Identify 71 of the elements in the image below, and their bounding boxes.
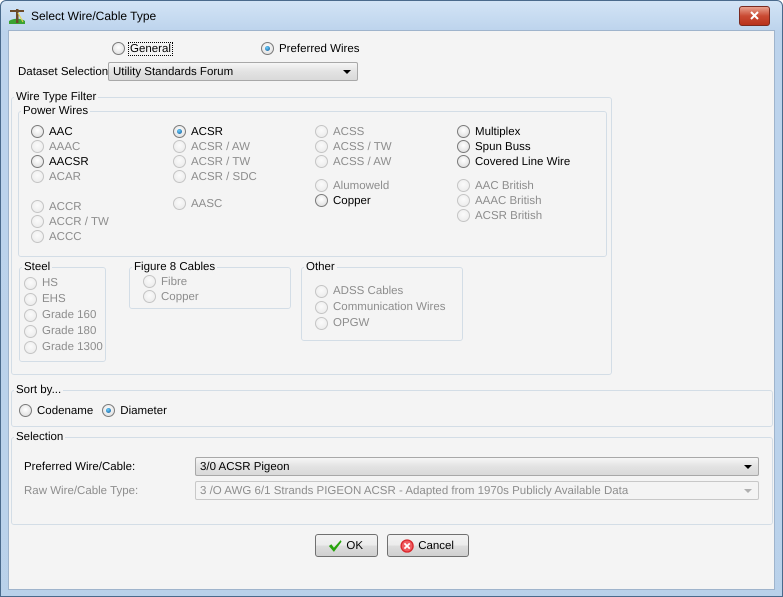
- window-title: Select Wire/Cable Type: [31, 8, 158, 22]
- radio-label: Grade 180: [41, 325, 98, 337]
- radio-label: ACSR: [190, 126, 224, 138]
- caret-icon: [343, 70, 351, 74]
- radio-button[interactable]: [261, 42, 274, 55]
- radio-button[interactable]: [19, 404, 32, 417]
- group-title: Steel: [23, 260, 52, 274]
- close-icon: [750, 11, 759, 20]
- radio-label: ACSS: [332, 126, 366, 138]
- group-title: Figure 8 Cables: [133, 260, 216, 274]
- radio-label: EHS: [41, 293, 67, 305]
- radio-label: ACCR: [48, 200, 83, 212]
- radio-label: ACSS / TW: [332, 140, 393, 152]
- radio-label: AASC: [190, 198, 224, 210]
- radio-label: AAC British: [474, 180, 535, 192]
- radio-button[interactable]: [112, 42, 125, 55]
- radio-label: ACCC: [48, 230, 83, 242]
- radio-label: OPGW: [332, 317, 370, 329]
- radio-label: ACSR / SDC: [190, 170, 258, 182]
- caret-icon: [744, 464, 752, 468]
- radio-label: Copper: [160, 290, 200, 302]
- radio-button[interactable]: [102, 404, 116, 417]
- cancel-icon: [400, 538, 414, 554]
- field-label: Dataset Selection: [18, 66, 108, 78]
- radio-label: Diameter: [119, 404, 168, 416]
- radio-label: Copper: [332, 194, 372, 206]
- radio-label: ACSR British: [474, 210, 544, 222]
- radio-label: Communication Wires: [332, 301, 446, 313]
- radio-label: ACAR: [48, 170, 82, 182]
- radio-button[interactable]: [31, 125, 44, 138]
- radio-label: AACSR: [48, 156, 90, 168]
- radio-button[interactable]: [173, 125, 186, 138]
- radio-button[interactable]: [31, 155, 44, 168]
- radio-label: Codename: [36, 404, 94, 416]
- checkmark-icon: [328, 538, 342, 552]
- radio-label: ACSR / TW: [190, 156, 252, 168]
- radio-button[interactable]: [457, 155, 470, 168]
- group-title: Power Wires: [22, 104, 90, 118]
- radio-label: ACSR / AW: [190, 140, 251, 152]
- radio-label: AAAC: [48, 140, 82, 152]
- radio-button[interactable]: [457, 140, 470, 153]
- radio-label: ADSS Cables: [332, 285, 404, 297]
- close-button[interactable]: [739, 6, 770, 26]
- group-title: Sort by...: [15, 383, 62, 397]
- cancel-button[interactable]: Cancel: [387, 534, 469, 557]
- caret-icon: [744, 488, 752, 492]
- radio-label: Covered Line Wire: [474, 156, 572, 168]
- radio-label: ACCR / TW: [48, 216, 110, 228]
- radio-label: Alumoweld: [332, 180, 390, 192]
- radio-label: Fibre: [160, 276, 188, 288]
- radio-label: Spun Buss: [474, 140, 532, 152]
- dropdown[interactable]: 3/0 ACSR Pigeon: [195, 457, 759, 476]
- dropdown[interactable]: Utility Standards Forum: [108, 62, 358, 81]
- field-label: Preferred Wire/Cable:: [24, 460, 136, 472]
- radio-label: Multiplex: [474, 126, 522, 138]
- group-title: Other: [305, 260, 336, 274]
- radio-button[interactable]: [457, 125, 470, 138]
- radio-label: Preferred Wires: [278, 42, 361, 54]
- field-label: Raw Wire/Cable Type:: [24, 484, 140, 496]
- radio-label: ACSS / AW: [332, 156, 392, 168]
- radio-label: HS: [41, 277, 59, 289]
- radio-label: General: [129, 42, 172, 54]
- utility-pole-icon: [8, 6, 26, 24]
- group-title: Selection: [15, 430, 64, 444]
- radio-label: AAAC British: [474, 194, 542, 206]
- radio-button[interactable]: [315, 194, 328, 207]
- radio-label: Grade 1300: [41, 341, 104, 353]
- radio-label: AAC: [48, 126, 74, 138]
- radio-label: Grade 160: [41, 309, 98, 321]
- ok-button[interactable]: OK: [315, 534, 378, 557]
- group-title: Wire Type Filter: [15, 90, 98, 104]
